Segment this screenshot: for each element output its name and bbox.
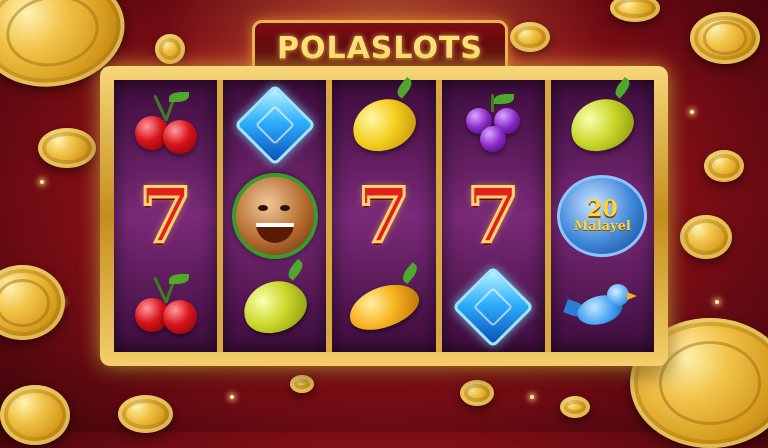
gold-coin-icon (460, 380, 494, 406)
sparkle (230, 395, 234, 399)
symbol-seven: 7 (448, 173, 538, 259)
cherry-icon (131, 273, 201, 338)
reel-2[interactable] (223, 80, 327, 352)
bonus-word: Malayel (573, 218, 631, 234)
blue-gem-icon (233, 84, 316, 167)
symbol-cherry (121, 264, 211, 350)
symbol-lemon (339, 77, 429, 168)
bonus-badge-icon: 20 Malayel (557, 174, 648, 257)
symbol-blue-gem (230, 82, 320, 168)
slot-machine-frame: 7 7 7 20 Malayel (100, 66, 668, 366)
gold-coin-icon (155, 34, 185, 64)
lemon-icon (345, 77, 423, 160)
symbol-bonus: 20 Malayel (557, 173, 648, 259)
symbol-green-lemon (230, 258, 320, 350)
reel-5[interactable]: 20 Malayel (550, 77, 655, 352)
symbol-grapes (448, 82, 538, 168)
sparkle (530, 395, 534, 399)
reel-1[interactable]: 7 (114, 80, 218, 352)
symbol-seven: 7 (339, 173, 429, 259)
wild-character-icon (231, 172, 318, 259)
game-title: POLASLOTS (276, 30, 484, 66)
gold-coin-icon (290, 375, 314, 393)
seven-icon: 7 (465, 170, 521, 260)
symbol-bird (557, 264, 647, 350)
gold-coin-icon (680, 215, 732, 259)
reels: 7 7 7 20 Malayel (114, 77, 655, 352)
gold-coin-icon (560, 396, 590, 418)
grapes-icon (458, 94, 528, 156)
sparkle (690, 110, 694, 114)
lemon-icon (563, 77, 642, 160)
symbol-cherry (121, 82, 211, 168)
gold-coin-icon (510, 22, 550, 52)
symbol-seven: 7 (121, 173, 211, 259)
seven-icon: 7 (138, 170, 194, 260)
cherry-icon (131, 92, 201, 156)
reel-3[interactable]: 7 (332, 77, 436, 352)
symbol-orange-lemon (339, 261, 429, 350)
reel-4[interactable]: 7 (441, 80, 545, 352)
symbol-blue-gem (448, 264, 538, 350)
bird-icon (563, 282, 638, 332)
symbol-wild-character (230, 172, 320, 259)
gold-coin-icon (0, 385, 70, 445)
bonus-number: 20 (587, 195, 618, 222)
sparkle (715, 300, 719, 304)
gold-coin-icon (690, 12, 760, 64)
gold-coin-icon (38, 128, 96, 168)
gold-coin-icon (704, 150, 744, 182)
gold-coin-icon (118, 395, 173, 433)
sparkle (40, 180, 44, 184)
seven-icon: 7 (356, 170, 412, 260)
blue-gem-icon (452, 265, 535, 348)
lemon-icon (343, 261, 425, 338)
lemon-icon (236, 258, 314, 342)
symbol-green-lemon (557, 77, 647, 168)
